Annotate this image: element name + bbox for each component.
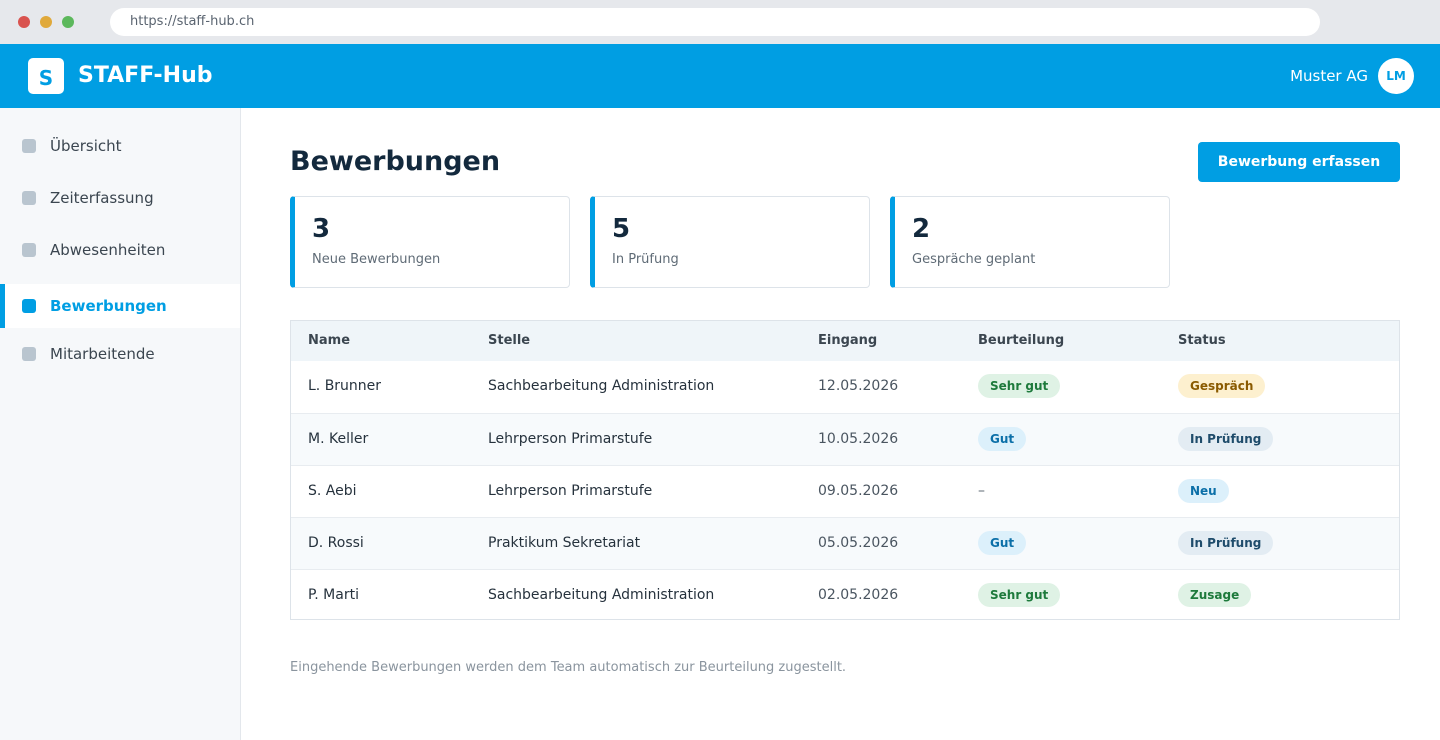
- company-name: Muster AG: [1290, 67, 1368, 85]
- table-row[interactable]: D. Rossi Praktikum Sekretariat 05.05.202…: [291, 517, 1399, 569]
- app-title: STAFF-Hub: [78, 63, 213, 88]
- column-header-stelle[interactable]: Stelle: [488, 333, 530, 349]
- cell-stelle: Praktikum Sekretariat: [488, 535, 641, 551]
- column-header-status[interactable]: Status: [1178, 333, 1226, 349]
- column-header-name[interactable]: Name: [308, 333, 350, 349]
- sidebar-item-label: Übersicht: [50, 137, 122, 155]
- status-badge: Gespräch: [1178, 374, 1266, 398]
- stat-value: 5: [612, 214, 631, 244]
- stat-card-new: 3 Neue Bewerbungen: [290, 196, 570, 288]
- rating-badge: Sehr gut: [978, 374, 1061, 398]
- avatar[interactable]: LM: [1378, 58, 1414, 94]
- square-icon: [22, 191, 36, 205]
- table-row[interactable]: P. Marti Sachbearbeitung Administration …: [291, 569, 1399, 621]
- status-badge: In Prüfung: [1178, 531, 1274, 555]
- browser-chrome: https://staff-hub.ch: [0, 0, 1440, 44]
- sidebar-item-label: Abwesenheiten: [50, 241, 166, 259]
- cell-name: L. Brunner: [308, 378, 382, 394]
- cell-stelle: Lehrperson Primarstufe: [488, 431, 653, 447]
- sidebar: Übersicht Zeiterfassung Abwesenheiten Be…: [0, 108, 241, 740]
- rating-badge: Sehr gut: [978, 583, 1061, 607]
- status-badge: Neu: [1178, 479, 1229, 503]
- sidebar-item-label: Zeiterfassung: [50, 189, 154, 207]
- column-header-eingang[interactable]: Eingang: [818, 333, 877, 349]
- logo-icon: S: [28, 58, 64, 94]
- sidebar-item-bewerbungen[interactable]: Bewerbungen: [0, 284, 240, 328]
- stat-label: In Prüfung: [612, 252, 679, 267]
- table-row[interactable]: L. Brunner Sachbearbeitung Administratio…: [291, 361, 1399, 413]
- stat-value: 3: [312, 214, 331, 244]
- rating-badge: Gut: [978, 427, 1027, 451]
- add-application-button[interactable]: Bewerbung erfassen: [1198, 142, 1400, 182]
- cell-stelle: Sachbearbeitung Administration: [488, 587, 715, 603]
- rating-badge: Gut: [978, 531, 1027, 555]
- footnote: Eingehende Bewerbungen werden dem Team a…: [290, 660, 847, 675]
- square-icon: [22, 347, 36, 361]
- square-icon: [22, 299, 36, 313]
- table-row[interactable]: S. Aebi Lehrperson Primarstufe 09.05.202…: [291, 465, 1399, 517]
- cell-eingang: 02.05.2026: [818, 587, 899, 603]
- sidebar-item-label: Mitarbeitende: [50, 345, 155, 363]
- cell-stelle: Sachbearbeitung Administration: [488, 378, 715, 394]
- cell-eingang: 05.05.2026: [818, 535, 899, 551]
- sidebar-item-label: Bewerbungen: [50, 297, 167, 315]
- cell-eingang: 12.05.2026: [818, 378, 899, 394]
- cell-name: M. Keller: [308, 431, 369, 447]
- cell-name: P. Marti: [308, 587, 359, 603]
- stat-card-review: 5 In Prüfung: [590, 196, 870, 288]
- status-badge: Zusage: [1178, 583, 1252, 607]
- table-header: Name Stelle Eingang Beurteilung Status: [291, 321, 1399, 361]
- sidebar-item-abwesenheiten[interactable]: Abwesenheiten: [0, 228, 240, 272]
- close-window-dot[interactable]: [18, 16, 30, 28]
- cell-eingang: 09.05.2026: [818, 483, 899, 499]
- address-bar[interactable]: https://staff-hub.ch: [110, 8, 1320, 36]
- sidebar-item-mitarbeitende[interactable]: Mitarbeitende: [0, 332, 240, 376]
- applications-table: Name Stelle Eingang Beurteilung Status L…: [290, 320, 1400, 620]
- maximize-window-dot[interactable]: [62, 16, 74, 28]
- app-header: S STAFF-Hub Muster AG LM: [0, 44, 1440, 108]
- sidebar-item-zeiterfassung[interactable]: Zeiterfassung: [0, 176, 240, 220]
- column-header-beurteilung[interactable]: Beurteilung: [978, 333, 1064, 349]
- minimize-window-dot[interactable]: [40, 16, 52, 28]
- status-badge: In Prüfung: [1178, 427, 1274, 451]
- stat-label: Gespräche geplant: [912, 252, 1036, 267]
- rating-empty: –: [978, 483, 985, 499]
- cell-stelle: Lehrperson Primarstufe: [488, 483, 653, 499]
- cell-name: S. Aebi: [308, 483, 357, 499]
- stat-value: 2: [912, 214, 931, 244]
- stat-label: Neue Bewerbungen: [312, 252, 441, 267]
- square-icon: [22, 243, 36, 257]
- cell-name: D. Rossi: [308, 535, 364, 551]
- stat-card-interviews: 2 Gespräche geplant: [890, 196, 1170, 288]
- table-row[interactable]: M. Keller Lehrperson Primarstufe 10.05.2…: [291, 413, 1399, 465]
- cell-eingang: 10.05.2026: [818, 431, 899, 447]
- square-icon: [22, 139, 36, 153]
- sidebar-item-uebersicht[interactable]: Übersicht: [0, 124, 240, 168]
- page-title: Bewerbungen: [290, 146, 501, 177]
